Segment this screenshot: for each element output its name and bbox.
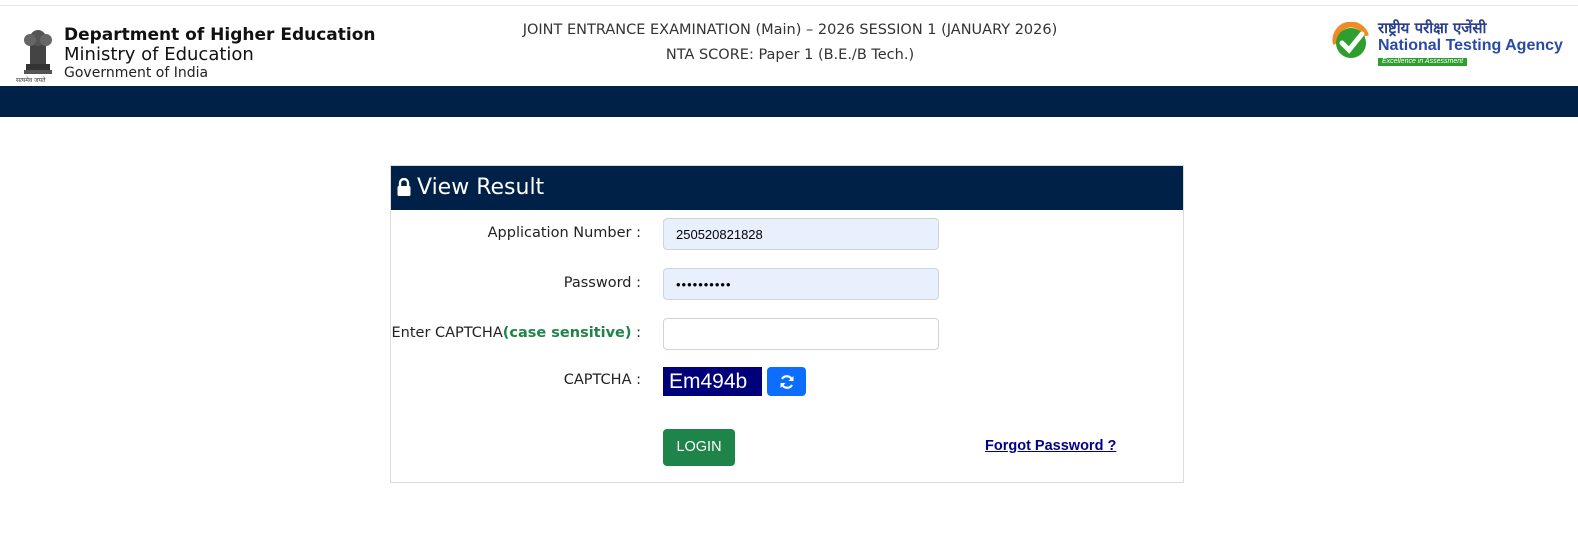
captcha-image: Em494b — [663, 367, 762, 396]
captcha-input-row: Enter CAPTCHA(case sensitive) : — [391, 318, 1183, 352]
refresh-captcha-button[interactable] — [767, 367, 806, 396]
card-title: View Result — [417, 175, 545, 200]
refresh-icon — [780, 374, 793, 389]
password-label: Password : — [563, 275, 641, 291]
application-label: Application Number : — [487, 225, 641, 241]
login-button[interactable]: LOGIN — [663, 429, 735, 466]
case-sensitive-note: (case sensitive) — [502, 325, 632, 341]
captcha-input[interactable] — [663, 318, 939, 350]
application-row: Application Number : 250520821828 — [391, 218, 1183, 252]
nav-bar — [0, 86, 1578, 117]
dept-line3: Government of India — [64, 65, 209, 81]
emblem-motto: सत्यमेव जयते — [16, 77, 46, 84]
captcha-row: CAPTCHA : Em494b — [391, 365, 1183, 399]
nta-check-icon — [1332, 22, 1369, 58]
lock-icon — [397, 178, 411, 196]
nta-english: National Testing Agency — [1378, 37, 1563, 54]
password-row: Password : •••••••••• — [391, 268, 1183, 302]
exam-subtitle: NTA SCORE: Paper 1 (B.E./B Tech.) — [665, 47, 915, 63]
card-header: View Result — [391, 166, 1183, 210]
page-header: सत्यमेव जयते Department of Higher Educat… — [0, 6, 1578, 86]
nta-tagline: Excellence in Assessment — [1378, 58, 1468, 66]
dept-line2: Ministry of Education — [64, 44, 254, 65]
forgot-password-link[interactable]: Forgot Password ? — [985, 438, 1116, 454]
dept-line1: Department of Higher Education — [64, 25, 376, 45]
captcha-input-label: Enter CAPTCHA(case sensitive) : — [391, 318, 641, 348]
password-input[interactable]: •••••••••• — [663, 268, 939, 300]
application-number-input[interactable]: 250520821828 — [663, 218, 939, 250]
exam-title-block: JOINT ENTRANCE EXAMINATION (Main) – 2026… — [440, 18, 1140, 68]
nta-hindi: राष्ट्रीय परीक्षा एजेंसी — [1378, 19, 1487, 37]
captcha-label-suffix: : — [631, 325, 641, 341]
login-card: View Result Application Number : 2505208… — [390, 165, 1184, 483]
department-block: Department of Higher Education Ministry … — [64, 25, 376, 82]
captcha-label-prefix: Enter CAPTCHA — [391, 325, 503, 341]
exam-title: JOINT ENTRANCE EXAMINATION (Main) – 2026… — [522, 22, 1058, 38]
captcha-label: CAPTCHA : — [563, 372, 641, 388]
